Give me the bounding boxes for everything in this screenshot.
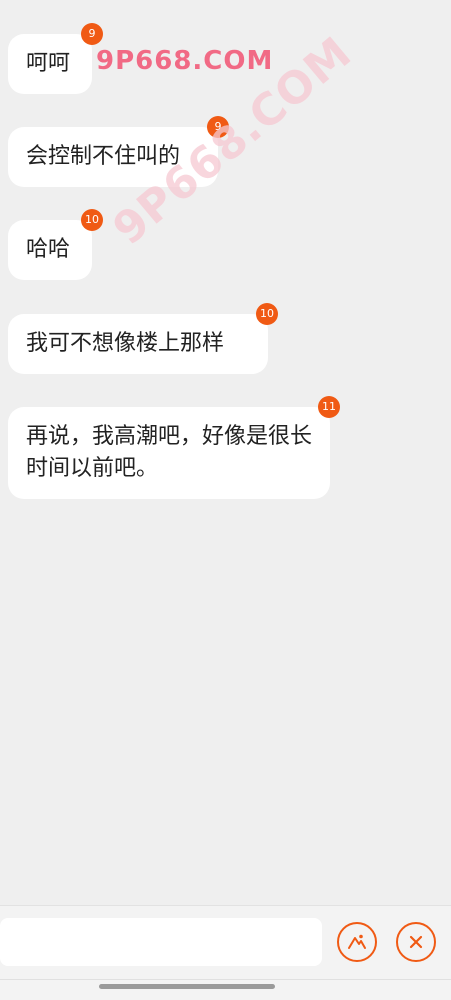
message-text: 再说，我高潮吧，好像是很长时间以前吧。 — [26, 424, 313, 481]
message-bubble[interactable]: 会控制不住叫的 — [8, 127, 218, 187]
message-count-badge: 9 — [81, 23, 103, 45]
message-input[interactable] — [0, 918, 322, 966]
composer-bar — [0, 905, 451, 1000]
divider — [0, 979, 451, 980]
message-text: 哈哈 — [26, 237, 71, 262]
chat-area: 呵呵 9 会控制不住叫的 9 哈哈 10 我可不想像楼上那样 10 再说，我高潮… — [0, 0, 451, 905]
message-count-badge: 9 — [207, 116, 229, 138]
message-bubble[interactable]: 呵呵 — [8, 34, 92, 94]
message-bubble[interactable]: 我可不想像楼上那样 — [8, 314, 268, 374]
image-icon — [348, 934, 366, 949]
message-count-badge: 11 — [318, 396, 340, 418]
close-button[interactable] — [396, 922, 436, 962]
message-text: 我可不想像楼上那样 — [26, 331, 225, 356]
close-icon — [409, 935, 423, 949]
home-indicator — [99, 984, 275, 989]
message-bubble[interactable]: 再说，我高潮吧，好像是很长时间以前吧。 — [8, 407, 330, 499]
message-text: 会控制不住叫的 — [26, 144, 181, 169]
message-count-badge: 10 — [256, 303, 278, 325]
watermark-logo: 9P668.COM — [96, 46, 274, 76]
message-count-badge: 10 — [81, 209, 103, 231]
message-bubble[interactable]: 哈哈 — [8, 220, 92, 280]
image-button[interactable] — [337, 922, 377, 962]
message-text: 呵呵 — [26, 51, 71, 76]
